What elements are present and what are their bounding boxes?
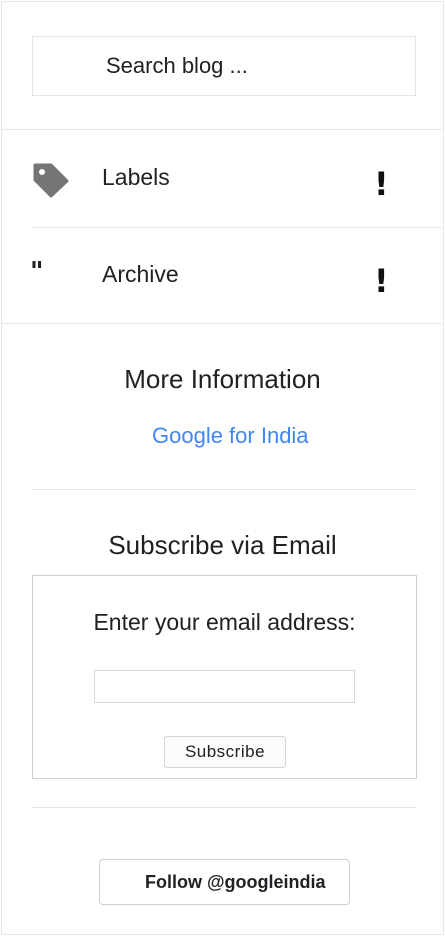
subscribe-button[interactable]: Subscribe: [164, 736, 286, 768]
tag-icon: [32, 160, 72, 200]
quote-icon: ": [30, 257, 44, 287]
divider: [32, 489, 416, 490]
nav-item-label: Labels: [102, 164, 170, 190]
nav-item-labels[interactable]: Labels !: [2, 130, 443, 227]
blog-sidebar: Search blog ... Labels ! " Archive ! Mor…: [1, 1, 444, 935]
google-for-india-link[interactable]: Google for India: [152, 423, 309, 449]
subscribe-title: Subscribe via Email: [108, 530, 337, 560]
search-placeholder: Search blog ...: [106, 53, 248, 78]
expand-icon[interactable]: !: [374, 265, 389, 297]
email-field[interactable]: [94, 670, 355, 703]
expand-icon[interactable]: !: [374, 168, 389, 200]
search-section: Search blog ...: [2, 2, 443, 130]
nav-item-archive[interactable]: " Archive !: [2, 227, 443, 324]
divider: [32, 807, 416, 808]
email-prompt: Enter your email address:: [93, 609, 356, 635]
nav-item-label: Archive: [102, 261, 179, 287]
search-input[interactable]: Search blog ...: [32, 36, 416, 96]
more-information-title: More Information: [124, 364, 321, 394]
follow-button[interactable]: Follow @googleindia: [99, 859, 350, 905]
subscribe-form: Enter your email address: Subscribe: [32, 575, 417, 779]
